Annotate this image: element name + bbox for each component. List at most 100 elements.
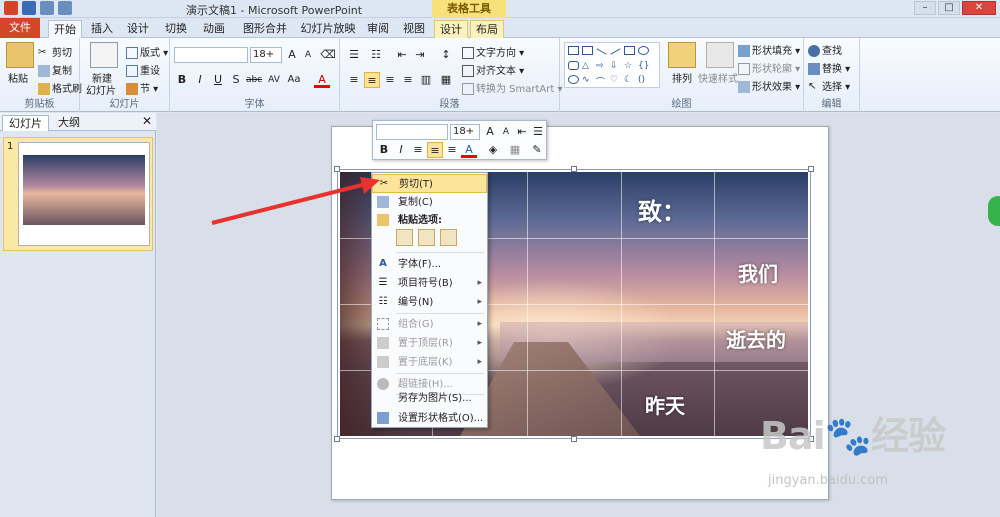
mini-bold-button[interactable]: B — [376, 142, 392, 158]
bullets-icon[interactable]: ☰ — [346, 47, 362, 63]
arc-shape-icon[interactable]: ⌒ — [596, 75, 607, 88]
slide-thumbnail-selected[interactable]: 1 — [3, 137, 153, 251]
tab-home[interactable]: 开始 — [48, 20, 82, 39]
font-size-combo[interactable]: 18+ — [250, 47, 282, 63]
strikethrough-button[interactable]: abc — [246, 72, 262, 88]
italic-button[interactable]: I — [192, 72, 208, 88]
menu-item-send-back[interactable]: 置于底层(K) ▸ — [372, 353, 487, 372]
textbox-shape-icon[interactable] — [582, 46, 593, 55]
mini-font-size-combo[interactable]: 18+ — [450, 124, 480, 140]
layout-button[interactable]: 版式 ▾ — [126, 44, 168, 59]
grow-font-icon[interactable]: A — [284, 47, 300, 63]
shadow-button[interactable]: S — [228, 72, 244, 88]
decrease-indent-icon[interactable]: ⇤ — [394, 47, 410, 63]
close-button[interactable]: ✕ — [962, 1, 996, 15]
underline-button[interactable]: U — [210, 72, 226, 88]
change-case-button[interactable]: Aa — [286, 72, 302, 88]
tab-animations[interactable]: 动画 — [200, 20, 228, 38]
tab-outline-panel[interactable]: 大纲 — [52, 115, 86, 131]
triangle-shape-icon[interactable]: △ — [582, 61, 593, 71]
shape-outline-button[interactable]: 形状轮廓 ▾ — [738, 60, 800, 75]
menu-item-group[interactable]: 组合(G) ▸ — [372, 315, 487, 334]
paste-keep-source-icon[interactable] — [396, 229, 413, 246]
mini-align-center-button[interactable]: ≡ — [427, 142, 443, 158]
text-direction-button[interactable]: 文字方向 ▾ — [462, 44, 524, 59]
tab-table-design[interactable]: 设计 — [434, 20, 468, 38]
menu-item-save-as-picture[interactable]: 另存为图片(S)... — [372, 389, 487, 408]
align-right-button[interactable]: ≡ — [382, 72, 398, 88]
paste-button[interactable]: 粘贴 — [8, 70, 28, 85]
cut-button[interactable]: ✂ 剪切 — [38, 44, 72, 59]
justify-button[interactable]: ≡ — [400, 72, 416, 88]
font-color-button[interactable]: A — [314, 72, 330, 88]
paste-icon[interactable] — [6, 42, 34, 68]
heart-shape-icon[interactable]: ♡ — [610, 75, 621, 85]
resize-handle[interactable] — [808, 166, 814, 172]
numbering-icon[interactable]: ☷ — [368, 47, 384, 63]
arrow2-shape-icon[interactable]: ⇩ — [610, 61, 621, 71]
replace-button[interactable]: 替换 ▾ — [808, 60, 850, 75]
paste-text-only-icon[interactable] — [440, 229, 457, 246]
brace-shape-icon[interactable]: {} — [638, 61, 649, 71]
menu-item-font[interactable]: A 字体(F)... — [372, 255, 487, 274]
char-spacing-button[interactable]: AV — [266, 72, 282, 88]
tab-table-layout[interactable]: 布局 — [470, 20, 504, 38]
mini-shrink-font-icon[interactable]: A — [498, 124, 514, 140]
align-left-button[interactable]: ≡ — [346, 72, 362, 88]
font-family-combo[interactable] — [174, 47, 248, 63]
align-text-button[interactable]: 对齐文本 ▾ — [462, 62, 524, 77]
mini-grow-font-icon[interactable]: A — [482, 124, 498, 140]
clear-format-icon[interactable]: ⌫ — [320, 47, 336, 63]
mini-font-family-combo[interactable] — [376, 124, 448, 140]
new-slide-icon[interactable] — [90, 42, 118, 68]
mini-fill-icon[interactable]: ◈ — [485, 142, 501, 158]
mini-bullets-icon[interactable]: ☰ — [530, 124, 546, 140]
undo-icon[interactable] — [40, 1, 54, 15]
distribute-button[interactable]: ▥ — [418, 72, 434, 88]
menu-item-cut[interactable]: ✂ 剪切(T) — [372, 174, 487, 193]
minimize-button[interactable]: – — [914, 1, 936, 15]
menu-item-copy[interactable]: 复制(C) — [372, 193, 487, 212]
mini-format-painter-icon[interactable]: ✎ — [529, 142, 545, 158]
shrink-font-icon[interactable]: A — [300, 47, 316, 63]
section-button[interactable]: 节 ▾ — [126, 80, 158, 95]
quick-styles-button[interactable]: 快速样式 — [698, 70, 738, 85]
mini-align-left-button[interactable]: ≡ — [410, 142, 426, 158]
arrange-icon[interactable] — [668, 42, 696, 68]
menu-item-format-shape[interactable]: 设置形状格式(O)... — [372, 409, 487, 428]
maximize-button[interactable]: □ — [938, 1, 960, 15]
quick-styles-icon[interactable] — [706, 42, 734, 68]
resize-handle[interactable] — [571, 166, 577, 172]
select-button[interactable]: ↖ 选择 ▾ — [808, 78, 850, 93]
align-center-button[interactable]: ≡ — [364, 72, 380, 88]
circle-shape-icon[interactable] — [568, 75, 579, 84]
mini-font-color-button[interactable]: A — [461, 142, 477, 158]
bold-button[interactable]: B — [174, 72, 190, 88]
resize-handle[interactable] — [571, 436, 577, 442]
rounded-rect-shape-icon[interactable] — [568, 61, 579, 70]
tab-slides-panel[interactable]: 幻灯片 — [2, 115, 49, 131]
menu-item-numbering[interactable]: ☷ 编号(N) ▸ — [372, 293, 487, 312]
curve-shape-icon[interactable]: ∿ — [582, 75, 593, 85]
line-shape-icon[interactable] — [596, 48, 607, 55]
mini-indent-icon[interactable]: ⇤ — [514, 124, 530, 140]
tab-view[interactable]: 视图 — [400, 20, 428, 38]
format-painter-button[interactable]: 格式刷 — [38, 80, 82, 95]
slide-thumbnail[interactable] — [18, 142, 150, 246]
moon-shape-icon[interactable]: ☾ — [624, 75, 635, 85]
reset-button[interactable]: 重设 — [126, 62, 160, 77]
shapes-gallery[interactable]: △ ⇨ ⇩ ☆ {} ∿ ⌒ ♡ ☾ () — [564, 42, 660, 88]
line2-shape-icon[interactable] — [610, 48, 621, 55]
tab-transitions[interactable]: 切换 — [162, 20, 190, 38]
tab-slideshow[interactable]: 幻灯片放映 — [298, 20, 358, 38]
line-spacing-icon[interactable]: ↕ — [438, 47, 454, 63]
save-icon[interactable] — [22, 1, 36, 15]
tab-design[interactable]: 设计 — [124, 20, 152, 38]
menu-item-bullets[interactable]: ☰ 项目符号(B) ▸ — [372, 274, 487, 293]
mini-italic-button[interactable]: I — [393, 142, 409, 158]
resize-handle[interactable] — [334, 166, 340, 172]
paste-picture-icon[interactable] — [418, 229, 435, 246]
redo-icon[interactable] — [58, 1, 72, 15]
smartart-button[interactable]: 转换为 SmartArt ▾ — [462, 80, 563, 95]
increase-indent-icon[interactable]: ⇥ — [412, 47, 428, 63]
